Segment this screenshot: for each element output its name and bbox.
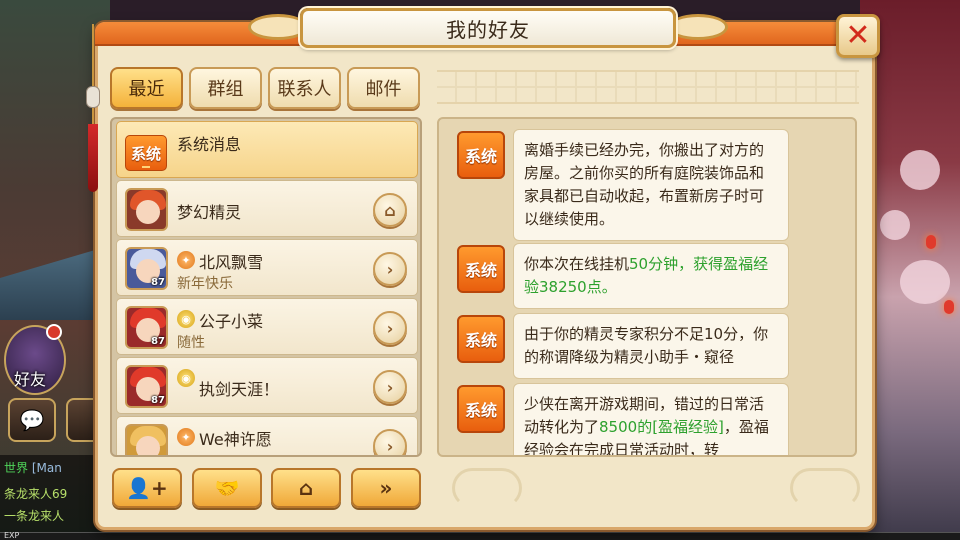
message-bubble: 离婚手续已经办完，你搬出了对方的房屋。之前你买的所有庭院装饰品和家具都已自动收起…: [513, 129, 789, 241]
ornamental-border: [437, 70, 859, 104]
close-icon: ✕: [845, 18, 871, 53]
system-badge-icon: 系统: [457, 131, 505, 179]
chat-channel: 世界: [4, 461, 29, 475]
tab-mail[interactable]: 邮件: [347, 67, 420, 109]
message-text: 你本次在线挂机: [524, 255, 630, 273]
message-text: 离婚手续已经办完，你搬出了对方的房屋。之前你买的所有庭院装饰品和家具都已自动收起…: [524, 141, 765, 228]
friend-status: 新年快乐: [177, 276, 233, 292]
message-panel[interactable]: 系统 离婚手续已经办完，你搬出了对方的房屋。之前你买的所有庭院装饰品和家具都已自…: [437, 117, 857, 457]
avatar: [125, 188, 168, 231]
home-icon: ⌂: [298, 476, 314, 500]
system-badge-icon: 系统: [457, 385, 505, 433]
system-badge-icon: 系统: [457, 315, 505, 363]
home-icon: ⌂: [384, 200, 396, 220]
list-item-friend[interactable]: 87 ◉ 公子小菜 随性 ›: [116, 298, 418, 355]
friend-status: 随性: [177, 335, 205, 351]
exp-bar: [0, 532, 960, 540]
list-item-friend[interactable]: 87 ✦ 北风飘雪 新年快乐 ›: [116, 239, 418, 296]
chat-bubble-button[interactable]: 💬: [8, 398, 56, 442]
tab-contacts[interactable]: 联系人: [268, 67, 341, 109]
system-badge-icon: 系统: [457, 245, 505, 293]
flame-icon: ✦: [177, 428, 195, 446]
notification-dot: [46, 324, 62, 340]
blossom-decoration: [900, 150, 940, 190]
list-item-friend[interactable]: ✦ We神许愿 ›: [116, 416, 418, 456]
add-friend-button[interactable]: 👤+: [112, 468, 182, 508]
avatar: 87: [125, 247, 168, 290]
lantern-decoration: [926, 235, 936, 249]
message-highlight: 8500的[盈福经验]: [599, 418, 724, 436]
level-label: 87: [151, 277, 165, 288]
chevron-right-icon: ›: [386, 436, 394, 456]
chat-world-line[interactable]: 世界 [Man: [4, 459, 62, 476]
blossom-decoration: [900, 260, 950, 304]
friend-name: 北风飘雪: [199, 253, 264, 272]
chat-sender: [Man: [31, 461, 62, 475]
level-label: 87: [151, 336, 165, 347]
scroll-ornament-right: [668, 14, 728, 40]
friend-name: 梦幻精灵: [177, 203, 242, 222]
scroll-ornament-left: [248, 14, 308, 40]
flame-icon: ✦: [177, 251, 195, 269]
friend-name: 系统消息: [177, 135, 242, 154]
tab-groups[interactable]: 群组: [189, 67, 262, 109]
chat-line: 条龙来人69: [4, 487, 68, 501]
title-plate: 我的好友: [300, 8, 676, 48]
close-button[interactable]: ✕: [836, 14, 880, 58]
list-item-friend[interactable]: 梦幻精灵 ⌂: [116, 180, 418, 237]
gold-coin-icon: ◉: [177, 310, 195, 328]
exp-label: EXP: [4, 531, 20, 540]
add-friend-icon: 👤+: [126, 476, 168, 500]
list-item-system-messages[interactable]: 系统 系统消息: [116, 121, 418, 178]
double-chevron-right-icon: »: [379, 476, 393, 500]
avatar: 87: [125, 306, 168, 349]
avatar: [125, 424, 168, 455]
message-text: 由于你的精灵专家积分不足10分，你的称谓降级为精灵小助手・窥径: [524, 325, 769, 366]
panel-title: 我的好友: [446, 17, 530, 42]
chevron-right-icon: ›: [386, 377, 394, 397]
home-button[interactable]: ⌂: [373, 193, 407, 227]
friend-name: We神许愿: [199, 430, 272, 449]
message-bubble: 少侠在离开游戏期间，错过的日常活动转化为了8500的[盈福经验]，盈福经验会在完…: [513, 383, 789, 455]
tab-bar: 最近 群组 联系人 邮件: [110, 67, 422, 109]
more-button[interactable]: »: [351, 468, 421, 508]
home-button[interactable]: ⌂: [271, 468, 341, 508]
chevron-right-icon: ›: [386, 259, 394, 279]
lantern-decoration: [944, 300, 954, 314]
open-chat-button[interactable]: ›: [373, 252, 407, 286]
handshake-icon: 🤝: [214, 476, 240, 500]
cloud-ornament: [452, 468, 522, 508]
handshake-button[interactable]: 🤝: [192, 468, 262, 508]
avatar: 87: [125, 365, 168, 408]
message-bubble: 由于你的精灵专家积分不足10分，你的称谓降级为精灵小助手・窥径: [513, 313, 789, 379]
voice-button[interactable]: [66, 398, 96, 442]
open-chat-button[interactable]: ›: [373, 429, 407, 456]
blossom-decoration: [880, 210, 910, 240]
level-label: 87: [151, 395, 165, 406]
friend-list[interactable]: 系统 系统消息 梦幻精灵 ⌂ 87 ✦ 北风飘雪 新年快乐 › 87 ◉ 公子小…: [110, 117, 422, 457]
chevron-right-icon: ›: [386, 318, 394, 338]
open-chat-button[interactable]: ›: [373, 311, 407, 345]
system-badge-icon: 系统: [125, 135, 167, 171]
tassel-decoration: [86, 24, 100, 192]
speech-bubble-icon: 💬: [19, 408, 45, 432]
open-chat-button[interactable]: ›: [373, 370, 407, 404]
cloud-ornament: [790, 468, 860, 508]
message-bubble: 你本次在线挂机50分钟，获得盈福经验38250点。: [513, 243, 789, 309]
friend-hud-label: 好友: [14, 370, 47, 389]
chat-line: 一条龙来人: [4, 509, 65, 523]
list-item-friend[interactable]: 87 ◉ 执剑天涯！ ›: [116, 357, 418, 414]
friend-name: 执剑天涯！: [199, 380, 280, 399]
tab-recent[interactable]: 最近: [110, 67, 183, 109]
gold-coin-icon: ◉: [177, 369, 195, 387]
friend-name: 公子小菜: [199, 312, 264, 331]
